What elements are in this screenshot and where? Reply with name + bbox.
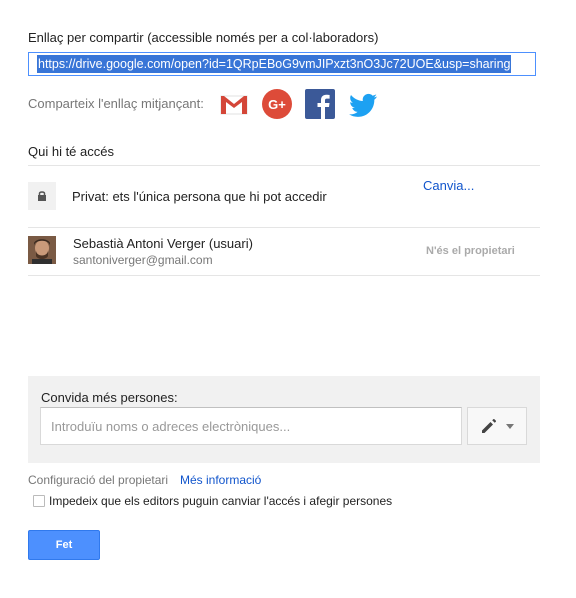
avatar [28, 236, 56, 264]
divider [28, 227, 540, 228]
share-via-label: Comparteix l'enllaç mitjançant: [28, 96, 204, 111]
user-name: Sebastià Antoni Verger (usuari) [73, 236, 253, 251]
lock-icon [28, 182, 56, 210]
more-info-link[interactable]: Més informació [180, 473, 261, 487]
divider [28, 275, 540, 276]
invite-panel: Convida més persones: [28, 376, 540, 463]
prevent-editors-label[interactable]: Impedeix que els editors puguin canviar … [49, 494, 392, 508]
change-access-link[interactable]: Canvia... [423, 178, 474, 193]
share-link-label: Enllaç per compartir (accessible només p… [28, 30, 379, 45]
owner-role-label: N'és el propietari [426, 245, 515, 257]
share-link-field[interactable]: https://drive.google.com/open?id=1QRpEBo… [28, 52, 536, 76]
twitter-icon[interactable] [347, 88, 379, 120]
gmail-icon[interactable] [218, 88, 250, 120]
share-link-url[interactable]: https://drive.google.com/open?id=1QRpEBo… [37, 55, 512, 73]
done-button[interactable]: Fet [28, 530, 100, 560]
permission-dropdown-button[interactable] [467, 407, 527, 445]
prevent-editors-checkbox[interactable] [33, 495, 45, 507]
invite-input[interactable] [40, 407, 462, 445]
facebook-icon[interactable] [304, 88, 336, 120]
access-title: Qui hi té accés [28, 144, 114, 159]
invite-label: Convida més persones: [41, 390, 178, 405]
pencil-icon [482, 418, 497, 433]
owner-settings-label: Configuració del propietari [28, 473, 169, 487]
google-plus-icon[interactable]: G+ [261, 88, 293, 120]
private-status-text: Privat: ets l'única persona que hi pot a… [72, 189, 327, 204]
svg-text:G+: G+ [268, 97, 286, 112]
chevron-down-icon [506, 423, 514, 429]
user-email: santoniverger@gmail.com [73, 253, 213, 267]
divider [28, 165, 540, 166]
